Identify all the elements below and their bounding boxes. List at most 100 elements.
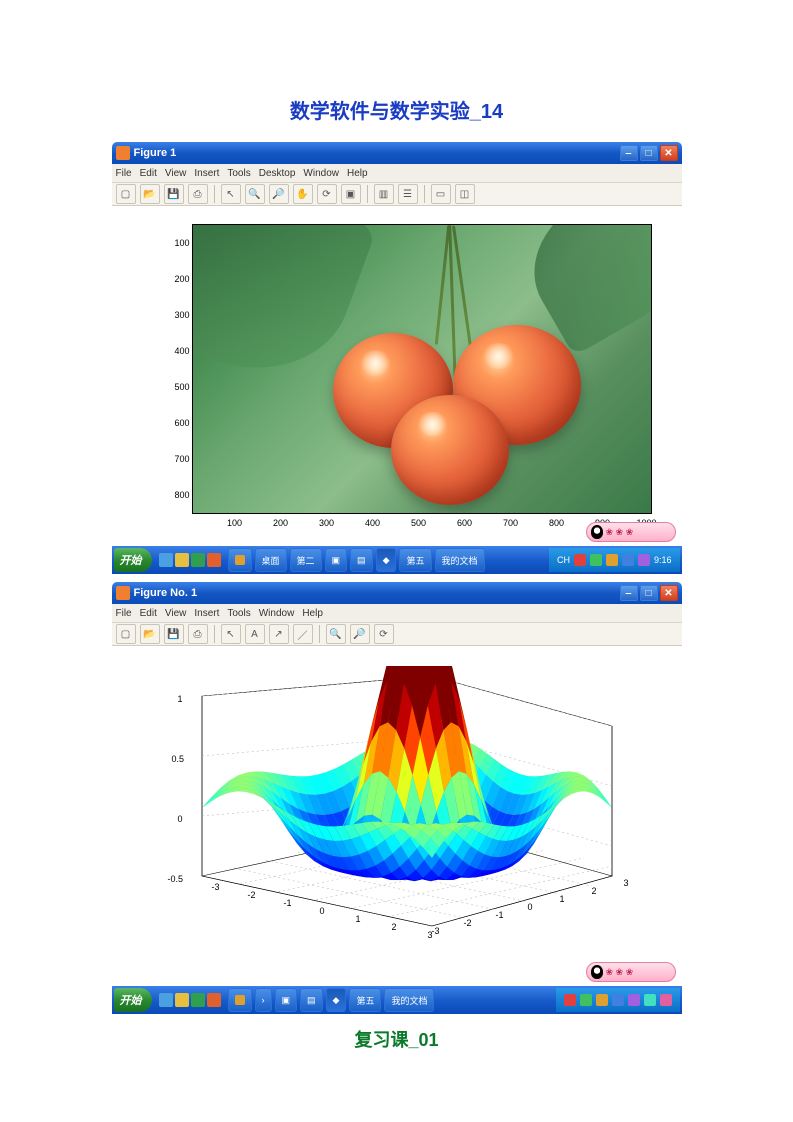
new-figure-icon[interactable]: ▢ <box>116 624 136 644</box>
y-tick: 2 <box>392 922 397 932</box>
ie-icon[interactable] <box>159 993 173 1007</box>
menu-bar: File Edit View Insert Tools Window Help <box>112 604 682 623</box>
colorbar-icon[interactable]: ▥ <box>374 184 394 204</box>
tray-icon[interactable] <box>580 994 592 1006</box>
taskbar-item[interactable]: 我的文档 <box>384 988 434 1012</box>
minimize-button[interactable]: ‒ <box>620 145 638 161</box>
line-icon[interactable]: ／ <box>293 624 313 644</box>
ie-icon[interactable] <box>159 553 173 567</box>
tray-icon[interactable] <box>644 994 656 1006</box>
taskbar-item[interactable] <box>228 548 252 572</box>
save-icon[interactable]: 💾 <box>164 184 184 204</box>
open-icon[interactable]: 📂 <box>140 624 160 644</box>
text-icon[interactable]: A <box>245 624 265 644</box>
new-figure-icon[interactable]: ▢ <box>116 184 136 204</box>
start-button[interactable]: 开始 <box>114 548 152 572</box>
zoom-out-icon[interactable]: 🔎 <box>350 624 370 644</box>
figure-1-axes-area: 100 200 300 400 500 600 700 800 100 200 … <box>112 206 682 546</box>
legend-icon[interactable]: ☰ <box>398 184 418 204</box>
ime-indicator[interactable]: CH <box>557 555 570 565</box>
desktop-icon[interactable] <box>191 993 205 1007</box>
tray-icon[interactable] <box>596 994 608 1006</box>
tray-icon[interactable] <box>564 994 576 1006</box>
matlab-icon <box>116 146 130 160</box>
axes-3d[interactable] <box>172 666 642 966</box>
taskbar-item[interactable]: ▣ <box>275 988 298 1012</box>
taskbar-item[interactable]: ▤ <box>350 548 373 572</box>
taskbar-item[interactable]: 第二 <box>290 548 322 572</box>
image-axes[interactable] <box>192 224 652 514</box>
clock[interactable]: 9:16 <box>654 555 672 565</box>
close-button[interactable]: ✕ <box>660 585 678 601</box>
menu-desktop[interactable]: Desktop <box>259 168 296 179</box>
menu-tools[interactable]: Tools <box>227 608 250 619</box>
open-icon[interactable]: 📂 <box>140 184 160 204</box>
tray-icon[interactable] <box>590 554 602 566</box>
menu-tools[interactable]: Tools <box>227 168 250 179</box>
tray-icon[interactable] <box>628 994 640 1006</box>
menu-file[interactable]: File <box>116 168 132 179</box>
start-button[interactable]: 开始 <box>114 988 152 1012</box>
minimize-button[interactable]: ‒ <box>620 585 638 601</box>
y-tick: 600 <box>162 418 190 428</box>
menu-insert[interactable]: Insert <box>194 168 219 179</box>
taskbar-item[interactable]: 第五 <box>349 988 381 1012</box>
taskbar-item[interactable]: › <box>255 988 272 1012</box>
qq-widget-text: ❀ ❀ ❀ <box>606 527 634 538</box>
tray-icon[interactable] <box>574 554 586 566</box>
explorer-icon[interactable] <box>175 993 189 1007</box>
print-icon[interactable]: ⎙ <box>188 184 208 204</box>
figure-2-axes-area: 1 0.5 0 -0.5 <box>112 646 682 986</box>
taskbar-item-active[interactable]: ◆ <box>326 988 347 1012</box>
taskbar-item[interactable]: 我的文档 <box>435 548 485 572</box>
x-tick: 200 <box>266 518 296 528</box>
menu-view[interactable]: View <box>165 608 187 619</box>
menu-window[interactable]: Window <box>259 608 295 619</box>
tray-icon[interactable] <box>660 994 672 1006</box>
window-title: Figure No. 1 <box>134 587 198 599</box>
taskbar-item[interactable] <box>228 988 252 1012</box>
taskbar-item[interactable]: 桌面 <box>255 548 287 572</box>
rotate-icon[interactable]: ⟳ <box>317 184 337 204</box>
edit-plot-icon[interactable]: ↖ <box>221 184 241 204</box>
tray-icon[interactable] <box>612 994 624 1006</box>
hide-tools-icon[interactable]: ▭ <box>431 184 451 204</box>
close-button[interactable]: ✕ <box>660 145 678 161</box>
zoom-in-icon[interactable]: 🔍 <box>326 624 346 644</box>
tray-icon[interactable] <box>622 554 634 566</box>
cherry-image <box>193 225 651 513</box>
taskbar-item[interactable]: ▣ <box>325 548 348 572</box>
menu-file[interactable]: File <box>116 608 132 619</box>
menu-help[interactable]: Help <box>347 168 368 179</box>
zoom-out-icon[interactable]: 🔎 <box>269 184 289 204</box>
menu-view[interactable]: View <box>165 168 187 179</box>
quick-launch <box>155 553 225 567</box>
print-icon[interactable]: ⎙ <box>188 624 208 644</box>
taskbar-item[interactable]: 第五 <box>399 548 431 572</box>
menu-help[interactable]: Help <box>302 608 323 619</box>
menu-window[interactable]: Window <box>303 168 339 179</box>
desktop-icon[interactable] <box>191 553 205 567</box>
qq-widget[interactable]: ❀ ❀ ❀ <box>586 962 676 982</box>
menu-insert[interactable]: Insert <box>194 608 219 619</box>
taskbar-item-active[interactable]: ◆ <box>376 548 397 572</box>
taskbar-item[interactable]: ▤ <box>300 988 323 1012</box>
media-icon[interactable] <box>207 553 221 567</box>
menu-edit[interactable]: Edit <box>140 168 157 179</box>
edit-plot-icon[interactable]: ↖ <box>221 624 241 644</box>
qq-widget[interactable]: ❀ ❀ ❀ <box>586 522 676 542</box>
zoom-in-icon[interactable]: 🔍 <box>245 184 265 204</box>
tray-icon[interactable] <box>606 554 618 566</box>
maximize-button[interactable]: □ <box>640 585 658 601</box>
maximize-button[interactable]: □ <box>640 145 658 161</box>
datatip-icon[interactable]: ▣ <box>341 184 361 204</box>
tray-icon[interactable] <box>638 554 650 566</box>
rotate-icon[interactable]: ⟳ <box>374 624 394 644</box>
save-icon[interactable]: 💾 <box>164 624 184 644</box>
pan-icon[interactable]: ✋ <box>293 184 313 204</box>
menu-edit[interactable]: Edit <box>140 608 157 619</box>
explorer-icon[interactable] <box>175 553 189 567</box>
media-icon[interactable] <box>207 993 221 1007</box>
arrow-icon[interactable]: ↗ <box>269 624 289 644</box>
show-tools-icon[interactable]: ◫ <box>455 184 475 204</box>
